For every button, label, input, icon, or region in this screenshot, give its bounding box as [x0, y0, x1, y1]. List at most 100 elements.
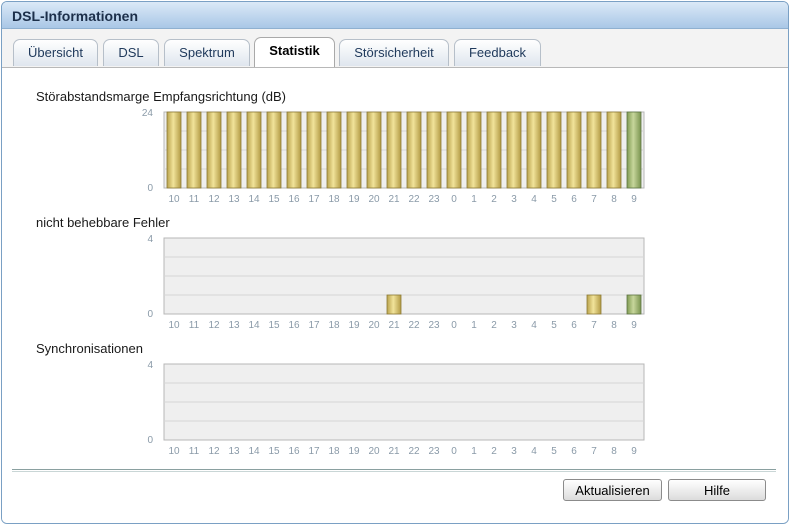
x-tick-label: 8 [611, 320, 617, 331]
x-tick-label: 7 [591, 194, 597, 205]
x-tick-label: 22 [408, 446, 420, 457]
bar-18 [326, 111, 342, 189]
x-tick-label: 14 [248, 320, 260, 331]
bar-12 [206, 111, 222, 189]
bar-9 [626, 111, 642, 189]
bar-1 [466, 111, 482, 189]
y-tick-label: 0 [147, 309, 153, 320]
x-tick-label: 16 [288, 320, 300, 331]
tab-uebersicht[interactable]: Übersicht [13, 39, 98, 66]
chart-snr-margin: 24010 11 12 13 14 15 16 17 18 19 20 21 22 23 0 1 2 3 4 5 6 7 8… [142, 108, 645, 205]
x-tick-label: 10 [168, 194, 180, 205]
x-tick-label: 13 [228, 194, 240, 205]
x-tick-label: 13 [228, 320, 240, 331]
tab-feedback[interactable]: Feedback [454, 39, 541, 66]
x-tick-label: 1 [471, 446, 477, 457]
x-tick-label: 15 [268, 320, 280, 331]
window-title: DSL-Informationen [12, 8, 138, 24]
x-tick-label: 23 [428, 446, 440, 457]
help-button[interactable]: Hilfe [668, 479, 766, 501]
x-tick-label: 5 [551, 446, 557, 457]
x-tick-label: 12 [208, 320, 220, 331]
x-tick-label: 18 [328, 320, 340, 331]
refresh-button[interactable]: Aktualisieren [563, 479, 662, 501]
x-tick-label: 17 [308, 320, 320, 331]
bar-10 [166, 111, 182, 189]
bar-9 [626, 294, 642, 315]
bar-8 [606, 111, 622, 189]
bar-0 [446, 111, 462, 189]
x-tick-label: 2 [491, 446, 497, 457]
bar-21 [386, 111, 402, 189]
x-tick-label: 23 [428, 320, 440, 331]
x-tick-label: 20 [368, 320, 380, 331]
x-tick-label: 0 [451, 320, 457, 331]
x-tick-label: 21 [388, 446, 400, 457]
bar-13 [226, 111, 242, 189]
x-tick-label: 9 [631, 194, 637, 205]
bar-22 [406, 111, 422, 189]
y-tick-label: 4 [147, 360, 153, 371]
bar-17 [306, 111, 322, 189]
dsl-info-window: DSL-Informationen Übersicht DSL Spektrum… [1, 1, 789, 524]
x-tick-label: 22 [408, 320, 420, 331]
x-tick-label: 3 [511, 446, 517, 457]
x-tick-label: 4 [531, 194, 537, 205]
y-tick-label: 24 [142, 108, 154, 119]
x-tick-label: 15 [268, 194, 280, 205]
bar-23 [426, 111, 442, 189]
x-tick-label: 5 [551, 194, 557, 205]
y-tick-label: 4 [147, 234, 153, 245]
footer-separator [12, 469, 776, 472]
x-tick-label: 16 [288, 446, 300, 457]
x-tick-label: 0 [451, 194, 457, 205]
x-tick-label: 3 [511, 320, 517, 331]
tab-stoersicherheit[interactable]: Störsicherheit [339, 39, 449, 66]
chart-synchronizations: 4010 11 12 13 14 15 16 17 18 19 20 21 22 23 0 1 2 3 4 5 6 7 8 9 [147, 360, 645, 457]
x-tick-label: 11 [189, 194, 200, 205]
bar-15 [266, 111, 282, 189]
bar-2 [486, 111, 502, 189]
x-tick-label: 20 [368, 446, 380, 457]
bar-3 [506, 111, 522, 189]
x-tick-label: 0 [451, 446, 457, 457]
x-tick-label: 12 [208, 194, 220, 205]
x-tick-label: 5 [551, 320, 557, 331]
tab-dsl[interactable]: DSL [103, 39, 159, 66]
x-tick-label: 18 [328, 446, 340, 457]
x-tick-label: 7 [591, 320, 597, 331]
tab-spektrum[interactable]: Spektrum [164, 39, 250, 66]
bar-16 [286, 111, 302, 189]
x-tick-label: 12 [208, 446, 220, 457]
bar-6 [566, 111, 582, 189]
x-tick-label: 11 [189, 446, 200, 457]
x-tick-label: 10 [168, 320, 180, 331]
x-tick-label: 13 [228, 446, 240, 457]
bar-21 [386, 294, 402, 315]
x-tick-label: 9 [631, 320, 637, 331]
tab-bar: Übersicht DSL Spektrum Statistik Störsic… [2, 29, 788, 68]
x-tick-label: 23 [428, 194, 440, 205]
chart-title-snr-margin: Störabstandsmarge Empfangsrichtung (dB) [36, 89, 287, 104]
x-tick-label: 4 [531, 446, 537, 457]
tab-statistik[interactable]: Statistik [254, 37, 335, 67]
x-tick-label: 10 [168, 446, 180, 457]
bar-11 [186, 111, 202, 189]
x-tick-label: 20 [368, 194, 380, 205]
x-tick-label: 3 [511, 194, 517, 205]
statistics-panel: Störabstandsmarge Empfangsrichtung (dB) … [2, 68, 788, 523]
bar-7 [586, 294, 602, 315]
x-tick-label: 22 [408, 194, 420, 205]
x-tick-label: 11 [189, 320, 200, 331]
x-tick-label: 4 [531, 320, 537, 331]
y-tick-label: 0 [147, 435, 153, 446]
x-tick-label: 19 [348, 446, 360, 457]
x-tick-label: 1 [471, 320, 477, 331]
x-tick-label: 14 [248, 194, 260, 205]
x-tick-label: 19 [348, 194, 360, 205]
bar-14 [246, 111, 262, 189]
x-tick-label: 7 [591, 446, 597, 457]
x-tick-label: 6 [571, 320, 577, 331]
x-tick-label: 2 [491, 194, 497, 205]
x-tick-label: 1 [471, 194, 477, 205]
